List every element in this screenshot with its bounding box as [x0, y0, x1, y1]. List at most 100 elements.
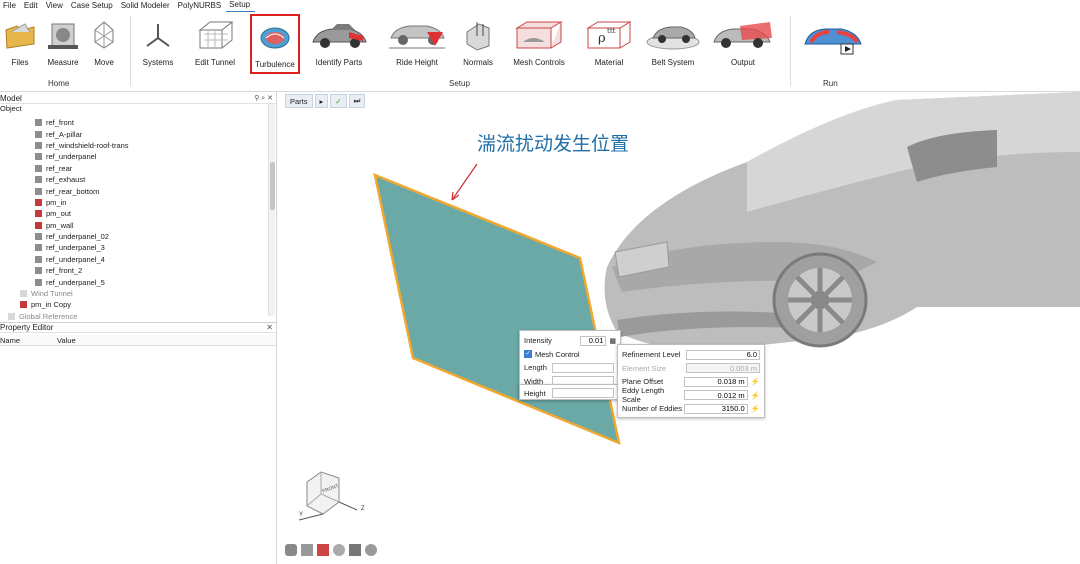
part-icon: [35, 164, 42, 172]
height-row-box: Height: [519, 384, 621, 400]
tree-item[interactable]: ref_front: [0, 117, 268, 128]
tree-item-pm-in-copy[interactable]: pm_in Copy: [0, 299, 268, 310]
model-panel-tools[interactable]: ⚲ ⌕ ✕: [254, 94, 273, 103]
tree-item-label: ref_underpanel: [46, 152, 97, 162]
view-tools-bar: [285, 544, 377, 556]
tree-item[interactable]: ref_rear: [0, 163, 268, 174]
measure-button[interactable]: Measure: [44, 18, 82, 76]
turbulence-button[interactable]: Turbulence: [250, 14, 300, 74]
eddy-length-row: Eddy Length Scale ⚡: [622, 386, 760, 404]
files-button[interactable]: Files: [2, 18, 38, 76]
menu-solid-modeler[interactable]: Solid Modeler: [118, 0, 175, 12]
menu-view[interactable]: View: [43, 0, 68, 12]
plane-offset-input[interactable]: [683, 376, 748, 387]
menu-file[interactable]: File: [0, 0, 21, 12]
tree-item-label: pm_in: [46, 197, 67, 207]
edit-tunnel-button[interactable]: Edit Tunnel: [193, 18, 237, 76]
tree-item[interactable]: ref_exhaust: [0, 174, 268, 185]
measure-icon: [48, 23, 78, 49]
mesh-control-checkbox[interactable]: ✓: [524, 350, 532, 359]
plane-offset-label: Plane Offset: [622, 377, 664, 387]
part-icon: [35, 130, 42, 138]
move-button[interactable]: Move: [86, 18, 122, 76]
tree-item-label: ref_rear: [46, 163, 73, 173]
property-editor-header: Property Editor ✕: [0, 322, 276, 333]
mesh-controls-button[interactable]: Mesh Controls: [510, 18, 568, 76]
car-model: [604, 92, 1080, 352]
tree-item[interactable]: ref_underpanel_02: [0, 231, 268, 242]
tree-item[interactable]: ref_A-pillar: [0, 128, 268, 139]
refinement-level-row: Refinement Level: [622, 348, 760, 362]
ribbon-separator: [790, 16, 791, 86]
tree-item[interactable]: ref_underpanel: [0, 151, 268, 162]
home-view-icon[interactable]: [365, 544, 377, 556]
view-cube[interactable]: [298, 471, 358, 521]
turbulence-plane[interactable]: [373, 172, 621, 446]
material-button[interactable]: ρ ttt Material: [584, 18, 634, 76]
scroll-thumb[interactable]: [270, 162, 275, 210]
tree-item-label: Global Reference: [19, 311, 78, 321]
output-button[interactable]: Output: [708, 18, 778, 76]
part-icon: [35, 278, 42, 286]
identify-parts-label: Identify Parts: [315, 58, 363, 67]
run-button[interactable]: [800, 18, 864, 76]
belt-system-button[interactable]: Belt System: [644, 18, 702, 76]
part-icon: [35, 198, 42, 206]
tree-item-label: ref_rear_bottom: [46, 186, 100, 196]
grid-icon[interactable]: ▦: [609, 337, 616, 345]
model-panel-title: Model: [0, 93, 22, 103]
tree-item[interactable]: ref_underpanel_3: [0, 242, 268, 253]
tree-item-label: ref_underpanel_02: [46, 232, 109, 242]
systems-label: Systems: [142, 58, 174, 67]
tree-item[interactable]: ref_underpanel_5: [0, 276, 268, 287]
tree-item[interactable]: pm_wall: [0, 220, 268, 231]
refinement-level-input[interactable]: [686, 349, 760, 360]
turbulence-icon: [260, 27, 290, 49]
normals-button[interactable]: Normals: [460, 18, 496, 76]
tree-item-wind-tunnel[interactable]: Wind Tunnel: [0, 288, 268, 299]
tree-item[interactable]: pm_in: [0, 197, 268, 208]
tree-item[interactable]: pm_out: [0, 208, 268, 219]
tree-item-global-ref[interactable]: Global Reference: [0, 311, 268, 322]
refinement-level-label: Refinement Level: [622, 350, 681, 360]
intensity-label: Intensity: [524, 336, 552, 346]
menu-polynurbs[interactable]: PolyNURBS: [175, 0, 227, 12]
model-tree-scrollbar[interactable]: [268, 104, 275, 316]
material-view-icon[interactable]: [317, 544, 329, 556]
property-columns: Name Value: [0, 335, 276, 346]
tree-item[interactable]: ref_underpanel_4: [0, 254, 268, 265]
select-icon[interactable]: [301, 544, 313, 556]
3d-viewport[interactable]: Parts ▸ ✓ ⏭ 湍流扰动发生位置 FRONT Z Y Intensity…: [277, 92, 1080, 564]
zoom-icon[interactable]: [333, 544, 345, 556]
height-row: Height: [524, 387, 616, 399]
menu-case-setup[interactable]: Case Setup: [68, 0, 118, 12]
output-icon: [713, 22, 772, 48]
capture-icon[interactable]: [349, 544, 361, 556]
element-size-input: [686, 363, 760, 374]
part-icon: [35, 255, 42, 263]
tree-item[interactable]: ref_front_2: [0, 265, 268, 276]
tree-item[interactable]: ref_windshield-roof-trans: [0, 140, 268, 151]
systems-button[interactable]: Systems: [140, 18, 176, 76]
length-input[interactable]: [552, 362, 614, 373]
view-icon[interactable]: [285, 544, 297, 556]
height-input[interactable]: [552, 388, 614, 398]
eddy-length-input[interactable]: [683, 390, 748, 401]
part-icon: [35, 141, 42, 149]
close-icon[interactable]: ✕: [266, 323, 273, 332]
ride-height-icon: [389, 25, 445, 49]
axis-y-label: Y: [299, 512, 304, 518]
lightning-icon[interactable]: ⚡: [751, 377, 760, 386]
tree-item-label: ref_underpanel_4: [46, 254, 105, 264]
intensity-input[interactable]: [580, 335, 607, 346]
num-eddies-input[interactable]: [683, 403, 748, 414]
identify-parts-button[interactable]: Identify Parts: [308, 18, 370, 76]
mesh-controls-label: Mesh Controls: [513, 58, 565, 67]
ride-height-button[interactable]: Ride Height: [386, 18, 448, 76]
lightning-icon[interactable]: ⚡: [751, 391, 760, 400]
lightning-icon[interactable]: ⚡: [751, 404, 760, 413]
move-label: Move: [94, 58, 114, 67]
tree-item[interactable]: ref_rear_bottom: [0, 185, 268, 196]
wind-tunnel-icon: [198, 21, 234, 49]
menu-edit[interactable]: Edit: [21, 0, 43, 12]
